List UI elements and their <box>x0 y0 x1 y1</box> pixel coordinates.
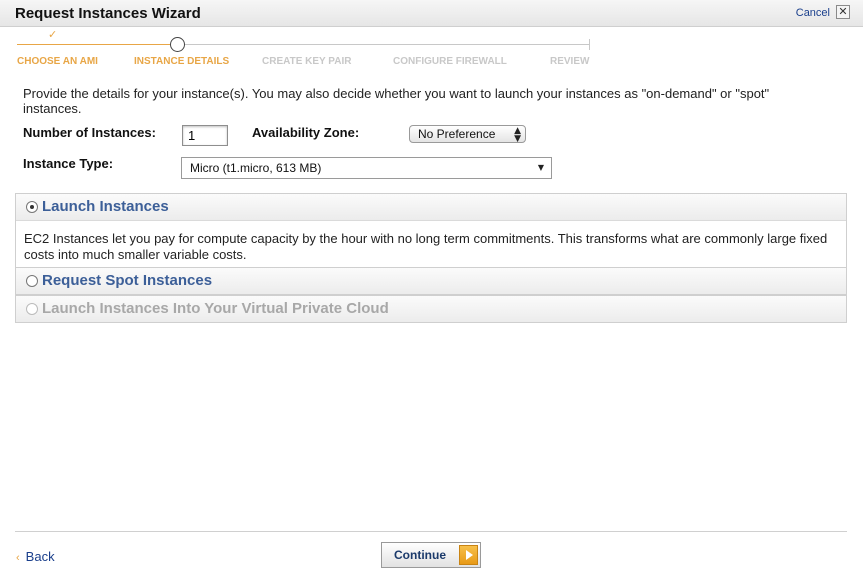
intro-text: Provide the details for your instance(s)… <box>23 86 770 116</box>
wizard-title-bar: Request Instances Wizard Cancel ✕ <box>0 0 863 27</box>
step-choose-ami[interactable]: CHOOSE AN AMI <box>17 56 98 67</box>
num-instances-label: Number of Instances: <box>23 125 156 140</box>
launch-into-vpc-radio <box>26 303 38 315</box>
close-icon[interactable]: ✕ <box>836 5 850 19</box>
instance-type-label: Instance Type: <box>23 156 114 171</box>
cancel-link[interactable]: Cancel <box>796 7 830 19</box>
back-chevron-icon: ‹ <box>16 552 20 564</box>
option-request-spot-header[interactable]: Request Spot Instances <box>16 268 846 294</box>
continue-button[interactable]: Continue <box>381 542 481 568</box>
wizard-title: Request Instances Wizard <box>15 5 201 22</box>
instance-type-select[interactable]: Micro (t1.micro, 613 MB) ▼ <box>181 157 552 179</box>
dropdown-arrow-icon: ▼ <box>537 163 544 172</box>
progress-track-completed <box>17 44 178 45</box>
num-instances-input[interactable] <box>182 125 228 146</box>
step-instance-details: INSTANCE DETAILS <box>134 56 230 67</box>
launch-instances-radio[interactable] <box>26 201 38 213</box>
availability-zone-value: No Preference <box>418 127 496 141</box>
option-launch-into-vpc: Launch Instances Into Your Virtual Priva… <box>15 295 847 323</box>
option-launch-instances-header[interactable]: Launch Instances <box>16 194 846 220</box>
option-launch-into-vpc-header: Launch Instances Into Your Virtual Priva… <box>16 296 846 322</box>
progress-track-remaining <box>185 44 590 45</box>
step-review: REVIEW <box>550 56 590 67</box>
instance-type-value: Micro (t1.micro, 613 MB) <box>190 161 322 175</box>
step-create-key-pair: CREATE KEY PAIR <box>262 56 352 67</box>
launch-into-vpc-label: Launch Instances Into Your Virtual Priva… <box>42 300 389 317</box>
current-step-marker-icon <box>170 37 185 52</box>
footer-divider <box>15 531 847 532</box>
request-spot-label[interactable]: Request Spot Instances <box>42 272 212 289</box>
back-label: Back <box>25 549 55 564</box>
launch-instances-label[interactable]: Launch Instances <box>42 198 169 215</box>
option-request-spot-instances: Request Spot Instances <box>15 267 847 295</box>
play-arrow-icon <box>459 545 478 565</box>
progress-track-end <box>589 39 590 50</box>
availability-zone-select[interactable]: No Preference ▲ ▼ <box>409 125 526 144</box>
step-configure-firewall: CONFIGURE FIREWALL <box>393 56 507 67</box>
step-complete-check-icon: ✓ <box>48 28 58 41</box>
request-spot-radio[interactable] <box>26 275 38 287</box>
availability-zone-label: Availability Zone: <box>252 125 360 140</box>
wizard-steps: ✓ CHOOSE AN AMI INSTANCE DETAILS CREATE … <box>17 28 591 68</box>
back-button[interactable]: ‹ Back <box>16 549 55 564</box>
continue-label: Continue <box>394 548 446 562</box>
select-updown-icon: ▲ ▼ <box>514 126 521 144</box>
option-launch-instances: Launch Instances EC2 Instances let you p… <box>15 193 847 271</box>
launch-instances-description: EC2 Instances let you pay for compute ca… <box>16 220 846 270</box>
